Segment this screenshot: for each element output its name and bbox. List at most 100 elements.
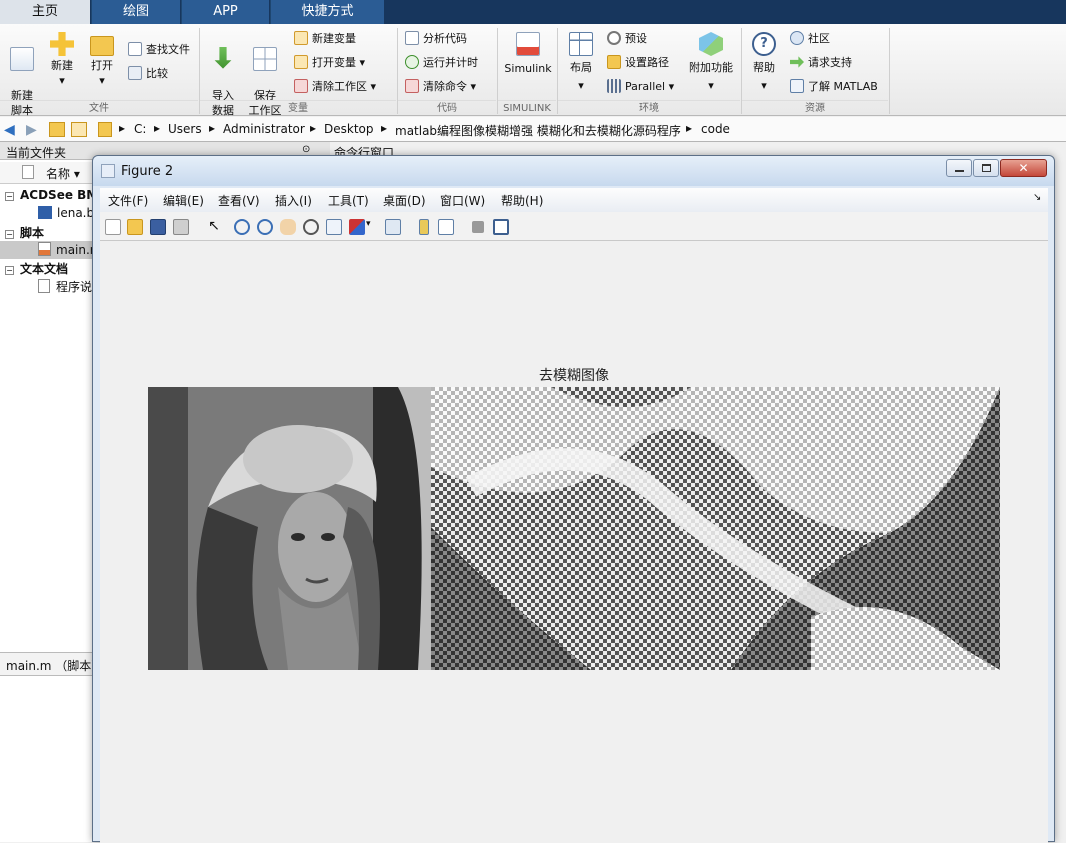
menu-edit[interactable]: 编辑(E) — [163, 192, 204, 209]
group-label-variable: 变量 — [200, 100, 396, 116]
toolstrip-tab-bar: 主页 绘图 APP 快捷方式 — [0, 0, 1066, 24]
save-figure-icon[interactable] — [150, 219, 166, 235]
open-variable-button[interactable]: 打开变量 ▾ — [294, 54, 365, 72]
pan-hand-icon[interactable] — [280, 219, 296, 235]
file-row-main[interactable]: main.r — [38, 242, 95, 257]
layout-button[interactable]: 布局 ▾ — [563, 32, 599, 93]
panel-menu-chevron-icon[interactable]: ⊙ — [302, 144, 310, 155]
details-text: main.m （脚本） — [6, 659, 94, 673]
breadcrumb-administrator[interactable]: Administrator — [223, 122, 305, 136]
close-button[interactable]: ✕ — [1000, 159, 1047, 177]
open-dropdown-icon: ▾ — [99, 74, 105, 87]
help-button[interactable]: ? 帮助 ▾ — [747, 32, 781, 93]
new-button[interactable]: 新建 ▾ — [44, 32, 80, 88]
group-acdsee[interactable]: − ACDSee BM — [0, 188, 98, 202]
collapse-icon: − — [5, 192, 14, 201]
request-support-button[interactable]: 请求支持 — [790, 54, 852, 72]
name-column-header[interactable]: 名称 ▾ — [46, 165, 80, 182]
up-folder-icon[interactable] — [49, 122, 65, 137]
learn-matlab-button[interactable]: 了解 MATLAB — [790, 78, 878, 96]
breadcrumb-project-folder[interactable]: matlab编程图像模糊增强 模糊化和去模糊化源码程序 — [395, 122, 681, 139]
clear-workspace-icon — [294, 79, 308, 93]
find-files-icon — [128, 42, 142, 56]
text-file-icon — [38, 279, 50, 293]
breadcrumb-users[interactable]: Users — [168, 122, 202, 136]
file-row-readme[interactable]: 程序说 — [38, 278, 92, 295]
back-arrow-icon[interactable]: ◀ — [4, 122, 15, 138]
insert-colorbar-icon[interactable] — [419, 219, 429, 235]
community-icon — [790, 31, 804, 45]
link-plot-icon[interactable] — [385, 219, 401, 235]
minimize-button[interactable] — [946, 159, 972, 177]
dock-arrow-icon[interactable]: ↘ — [1033, 192, 1041, 203]
preferences-button[interactable]: 预设 — [607, 30, 647, 48]
show-plot-tools-icon[interactable] — [493, 219, 509, 235]
menu-file[interactable]: 文件(F) — [108, 192, 148, 209]
simulink-icon — [516, 32, 540, 56]
breadcrumb-drive[interactable]: C: — [134, 122, 146, 136]
clear-commands-button[interactable]: 清除命令 ▾ — [405, 78, 476, 96]
open-button[interactable]: 打开 ▾ — [84, 32, 120, 88]
tab-shortcuts[interactable]: 快捷方式 — [270, 0, 384, 24]
tab-apps[interactable]: APP — [181, 0, 269, 24]
menu-view[interactable]: 查看(V) — [218, 192, 260, 209]
maximize-icon — [982, 164, 991, 172]
breadcrumb-separator-icon: ▸ — [209, 121, 216, 135]
import-data-icon — [214, 47, 232, 69]
clear-commands-dropdown-icon: ▾ — [470, 80, 477, 93]
breadcrumb-code[interactable]: code — [701, 122, 730, 136]
brush-dropdown-icon[interactable]: ▾ — [366, 219, 374, 235]
breadcrumb-separator-icon: ▸ — [686, 121, 693, 135]
brush-icon[interactable] — [349, 219, 365, 235]
insert-legend-icon[interactable] — [438, 219, 454, 235]
find-files-button[interactable]: 查找文件 — [128, 41, 190, 59]
group-label-file: 文件 — [0, 100, 198, 116]
new-figure-icon[interactable] — [105, 219, 121, 235]
menu-tools[interactable]: 工具(T) — [328, 192, 369, 209]
group-label-environment: 环境 — [558, 100, 740, 116]
figure-app-icon — [101, 164, 115, 178]
set-path-icon — [607, 55, 621, 69]
menu-desktop[interactable]: 桌面(D) — [383, 192, 426, 209]
maximize-button[interactable] — [973, 159, 999, 177]
file-row-lena[interactable]: lena.b — [38, 206, 94, 220]
figure-title: Figure 2 — [121, 164, 174, 179]
open-variable-dropdown-icon: ▾ — [359, 56, 366, 69]
compare-button[interactable]: 比较 — [128, 65, 168, 83]
menu-insert[interactable]: 插入(I) — [275, 192, 312, 209]
rotate-3d-icon[interactable] — [303, 219, 319, 235]
zoom-in-icon[interactable] — [234, 219, 250, 235]
menu-help[interactable]: 帮助(H) — [501, 192, 543, 209]
print-icon[interactable] — [173, 219, 189, 235]
analyze-code-button[interactable]: 分析代码 — [405, 30, 467, 48]
set-path-button[interactable]: 设置路径 — [607, 54, 669, 72]
menu-window[interactable]: 窗口(W) — [440, 192, 485, 209]
simulink-button[interactable]: Simulink — [502, 32, 554, 80]
tab-plots[interactable]: 绘图 — [91, 0, 180, 24]
addons-button[interactable]: 附加功能 ▾ — [686, 32, 736, 93]
browse-folder-icon[interactable] — [71, 122, 87, 137]
zoom-out-icon[interactable] — [257, 219, 273, 235]
clear-workspace-button[interactable]: 清除工作区 ▾ — [294, 78, 376, 96]
new-variable-icon — [294, 31, 308, 45]
hide-plot-tools-icon[interactable] — [472, 221, 484, 233]
group-divider — [889, 28, 890, 114]
open-variable-icon — [294, 55, 308, 69]
data-cursor-icon[interactable] — [326, 219, 342, 235]
open-file-icon[interactable] — [127, 219, 143, 235]
group-text-docs[interactable]: − 文本文档 — [0, 260, 68, 277]
figure-menu-bar: 文件(F) 编辑(E) 查看(V) 插入(I) 工具(T) 桌面(D) 窗口(W… — [100, 188, 1048, 212]
run-and-time-button[interactable]: 运行并计时 — [405, 54, 478, 72]
edit-plot-arrow-icon[interactable]: ↖ — [206, 219, 222, 235]
tab-home[interactable]: 主页 — [0, 0, 90, 24]
new-variable-button[interactable]: 新建变量 — [294, 30, 356, 48]
community-button[interactable]: 社区 — [790, 30, 830, 48]
figure-title-bar[interactable]: Figure 2 ✕ — [93, 156, 1054, 186]
breadcrumb-separator-icon: ▸ — [310, 121, 317, 135]
group-script[interactable]: − 脚本 — [0, 224, 44, 241]
help-question-icon: ? — [752, 32, 776, 56]
parallel-button[interactable]: Parallel ▾ — [607, 78, 674, 96]
forward-arrow-icon[interactable]: ▶ — [26, 122, 37, 138]
breadcrumb-desktop[interactable]: Desktop — [324, 122, 374, 136]
close-icon: ✕ — [1018, 161, 1029, 175]
